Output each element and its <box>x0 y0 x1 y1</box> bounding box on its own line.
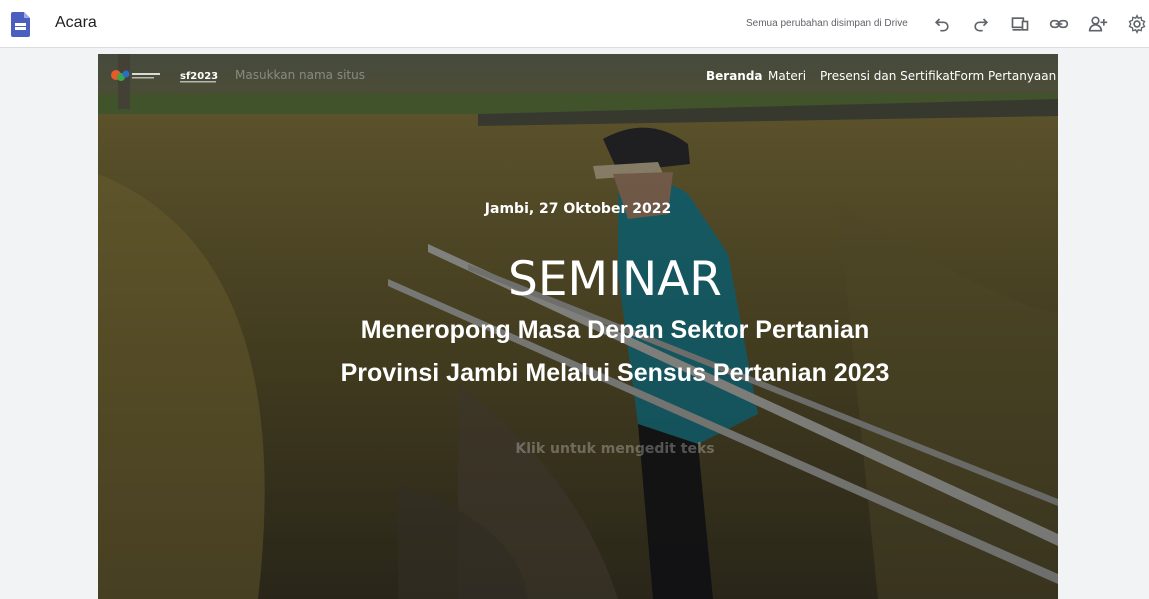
nav-item-form-pertanyaan[interactable]: Form Pertanyaan <box>954 69 1056 83</box>
site-name-input[interactable]: Masukkan nama situs <box>235 68 365 82</box>
nav-item-presensi[interactable]: Presensi dan Sertifikat <box>820 69 954 83</box>
undo-button[interactable] <box>930 12 954 36</box>
undo-icon <box>934 18 949 32</box>
nav-item-materi[interactable]: Materi <box>768 69 806 83</box>
editor-toolbar: Acara Semua perubahan disimpan di Drive <box>0 0 1149 48</box>
site-navigation: sf2023 Masukkan nama situs Beranda Mater… <box>98 54 1058 98</box>
redo-icon <box>974 18 989 32</box>
hero-subtitle-line-1: Meneropong Masa Depan Sektor Pertanian <box>360 316 870 344</box>
share-button[interactable] <box>1086 12 1110 36</box>
hero-date[interactable]: Jambi, 27 Oktober 2022 <box>98 201 1058 217</box>
hero-subtitle[interactable]: Meneropong Masa Depan Sektor Pertanian P… <box>98 309 1058 395</box>
add-person-icon <box>1088 16 1108 32</box>
copy-link-button[interactable] <box>1047 12 1071 36</box>
document-title[interactable]: Acara <box>55 14 97 32</box>
edit-text-hint[interactable]: Klik untuk mengedit teks <box>98 441 1058 457</box>
nav-item-beranda[interactable]: Beranda <box>706 69 763 83</box>
redo-button[interactable] <box>969 12 993 36</box>
sites-logo-icon[interactable] <box>11 12 30 37</box>
hero-subtitle-line-2: Provinsi Jambi Melalui Sensus Pertanian … <box>340 359 890 387</box>
hero-title[interactable]: SEMINAR <box>98 252 1058 307</box>
site-canvas[interactable]: sf2023 Masukkan nama situs Beranda Mater… <box>98 54 1058 599</box>
gear-icon <box>1128 14 1146 34</box>
site-logo-text: sf2023 <box>180 71 218 82</box>
save-status: Semua perubahan disimpan di Drive <box>746 18 908 29</box>
link-icon <box>1049 19 1069 29</box>
site-logo[interactable]: sf2023 <box>108 66 218 86</box>
preview-devices-icon <box>1011 17 1029 31</box>
preview-button[interactable] <box>1008 12 1032 36</box>
settings-button[interactable] <box>1125 12 1149 36</box>
